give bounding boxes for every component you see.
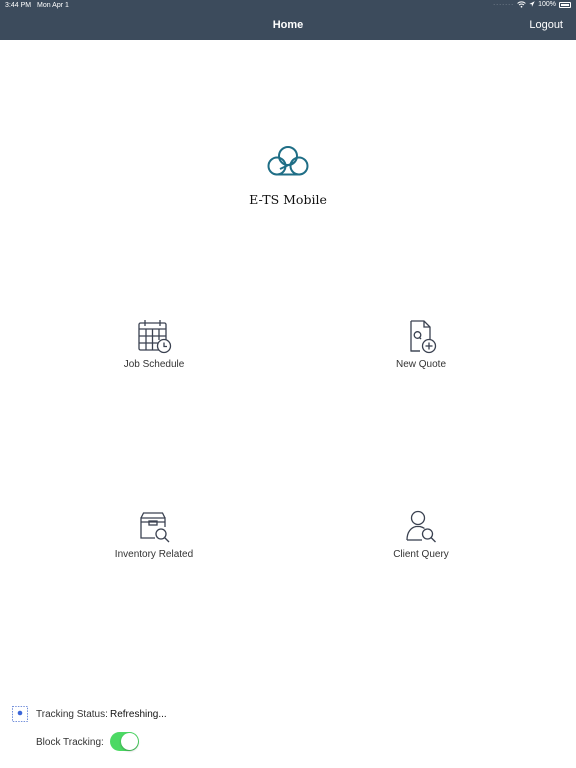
- inventory-related-label: Inventory Related: [114, 549, 194, 560]
- page-title: Home: [272, 19, 304, 31]
- client-query-label: Client Query: [393, 549, 449, 560]
- box-search-icon: [140, 512, 170, 543]
- tracking-status-value: Refreshing...: [110, 709, 167, 720]
- document-add-icon: [410, 320, 437, 354]
- calendar-clock-icon: [138, 320, 172, 354]
- job-schedule-label: Job Schedule: [123, 359, 185, 370]
- location-icon: [529, 1, 535, 7]
- cloud-logo-icon: [267, 146, 309, 176]
- new-quote-label: New Quote: [395, 359, 447, 370]
- block-tracking-toggle[interactable]: [110, 732, 139, 751]
- app-name: E-TS Mobile: [249, 192, 327, 207]
- logout-button[interactable]: Logout: [529, 19, 563, 31]
- battery-icon: [559, 1, 571, 8]
- nav-bar: Home Logout: [0, 12, 576, 40]
- status-right: ······· 100%: [493, 1, 571, 8]
- signal-dots-icon: ·······: [493, 1, 515, 8]
- status-date: Mon Apr 1: [37, 2, 69, 9]
- status-bar: 3:44 PM Mon Apr 1 ······· 100%: [0, 0, 576, 12]
- battery-percent: 100%: [538, 1, 556, 8]
- new-quote-tile[interactable]: New Quote: [341, 318, 501, 370]
- status-time: 3:44 PM: [5, 2, 32, 9]
- job-schedule-tile[interactable]: Job Schedule: [74, 318, 234, 370]
- block-tracking-label: Block Tracking:: [36, 737, 104, 748]
- client-query-tile[interactable]: Client Query: [341, 508, 501, 560]
- wifi-icon: [517, 1, 526, 8]
- toggle-knob: [121, 733, 138, 750]
- tracking-location-icon: [12, 706, 28, 722]
- inventory-related-tile[interactable]: Inventory Related: [74, 508, 234, 560]
- user-search-icon: [406, 510, 436, 543]
- tracking-status-label: Tracking Status:: [36, 709, 108, 720]
